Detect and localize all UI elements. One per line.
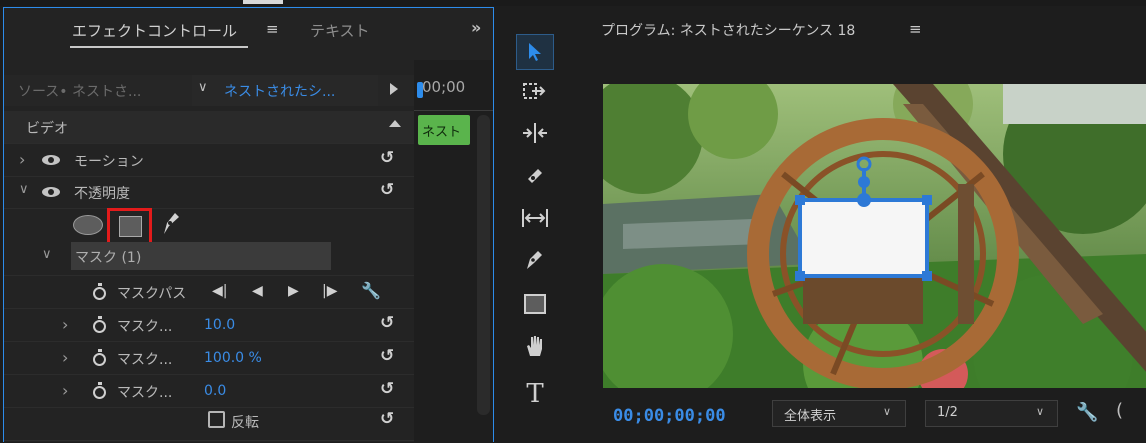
stopwatch-icon[interactable]	[93, 283, 106, 300]
wrench-icon[interactable]: 🔧	[361, 281, 381, 300]
chevron-right-icon[interactable]: ›	[19, 150, 25, 169]
mask-tools-row	[4, 208, 414, 248]
mask-opacity-label: マスク...	[117, 352, 173, 368]
mask-header-label: マスク (1)	[75, 250, 142, 266]
razor-tool-icon[interactable]	[516, 162, 554, 198]
stopwatch-icon[interactable]	[93, 316, 106, 333]
motion-row: › モーション ↺	[4, 144, 414, 177]
mask-path-row: マスクパス ◀| ◀ ▶ |▶ 🔧	[4, 275, 414, 309]
program-monitor-panel: プログラム: ネストされたシーケンス 18 ≡ 00;00;00;00 全体表示…	[584, 6, 1146, 442]
invert-row: 反転 ↺	[4, 407, 414, 441]
stopwatch-icon[interactable]	[93, 382, 106, 399]
zoom-level-select[interactable]: 全体表示 ∨	[772, 400, 906, 427]
motion-label: モーション	[74, 154, 144, 170]
type-tool-icon[interactable]: T	[516, 376, 554, 412]
track-forward-one-icon[interactable]: ▶	[288, 283, 299, 299]
tab-effect-controls[interactable]: エフェクトコントロール	[72, 20, 237, 41]
chevron-right-icon[interactable]: ›	[62, 348, 68, 367]
track-backward-icon[interactable]: ◀|	[212, 283, 227, 299]
clip-label: ネスト	[422, 125, 462, 140]
effect-timeline: 00;00 ネスト	[414, 60, 493, 443]
mask-feather-value[interactable]: 10.0	[204, 317, 235, 333]
video-frame-image	[603, 84, 1146, 388]
video-section-label: ビデオ	[26, 121, 68, 137]
chevron-down-icon: ∨	[883, 405, 892, 418]
mask-feather-row: › マスク... 10.0 ↺	[4, 308, 414, 342]
sequence-name: ネストされたシ...	[224, 84, 336, 100]
eye-icon[interactable]	[42, 187, 60, 197]
mask-opacity-value[interactable]: 100.0 %	[204, 350, 262, 366]
opacity-row: ∨ 不透明度 ↺	[4, 176, 414, 209]
video-section-header[interactable]: ビデオ	[4, 111, 414, 144]
ripple-edit-icon[interactable]	[516, 119, 554, 155]
mask-path-label: マスクパス	[117, 286, 187, 302]
reset-icon[interactable]: ↺	[380, 409, 394, 429]
hand-tool-icon[interactable]	[516, 333, 554, 369]
chevron-right-icon[interactable]: ›	[62, 315, 68, 334]
settings-wrench-icon[interactable]: 🔧	[1076, 402, 1098, 423]
mask-opacity-row: › マスク... 100.0 % ↺	[4, 341, 414, 375]
partial-icon: (	[1116, 400, 1124, 421]
tab-text[interactable]: テキスト	[310, 20, 370, 41]
invert-label: 反転	[231, 415, 259, 431]
reset-icon[interactable]: ↺	[380, 180, 394, 200]
source-row: ソース• ネストさ... ∨ ネストされたシ...	[4, 75, 416, 106]
stopwatch-icon[interactable]	[93, 349, 106, 366]
vertical-scrollbar[interactable]	[477, 115, 490, 415]
mask-header[interactable]: マスク (1)	[71, 242, 331, 270]
time-ruler[interactable]	[414, 104, 493, 111]
chevron-down-icon: ∨	[1036, 405, 1045, 418]
invert-checkbox[interactable]	[208, 411, 225, 428]
ellipse-mask-icon[interactable]	[73, 215, 103, 235]
chevron-down-icon[interactable]: ∨	[42, 247, 52, 262]
mask-expansion-row: › マスク... 0.0 ↺	[4, 374, 414, 408]
panel-menu-icon[interactable]: ≡	[909, 20, 922, 38]
playback-resolution-select[interactable]: 1/2 ∨	[925, 400, 1058, 427]
sequence-clip-selector[interactable]: ∨ ネストされたシ...	[192, 75, 378, 106]
chevron-right-icon[interactable]: ›	[62, 381, 68, 400]
video-preview[interactable]	[603, 84, 1146, 388]
active-tab-underline	[70, 46, 248, 48]
rectangle-tool-icon[interactable]	[516, 290, 554, 326]
tools-panel: T	[494, 6, 584, 442]
panel-tab-bar: エフェクトコントロール ≡ テキスト »	[4, 8, 493, 60]
playback-resolution-value: 1/2	[937, 405, 958, 420]
chevron-down-icon: ∨	[198, 80, 208, 95]
chevron-down-icon[interactable]: ∨	[19, 182, 29, 197]
reset-icon[interactable]: ↺	[380, 313, 394, 333]
mask-feather-label: マスク...	[117, 319, 173, 335]
reset-icon[interactable]: ↺	[380, 148, 394, 168]
top-marker	[243, 0, 283, 4]
track-forward-icon[interactable]: |▶	[322, 283, 337, 299]
eye-icon[interactable]	[42, 155, 60, 165]
more-panels-icon[interactable]: »	[471, 18, 481, 37]
timeline-timecode: 00;00	[422, 78, 466, 96]
clip-block[interactable]: ネスト	[418, 115, 470, 145]
mask-expansion-value[interactable]: 0.0	[204, 383, 226, 399]
program-monitor-title[interactable]: プログラム: ネストされたシーケンス 18	[601, 20, 855, 40]
mask-header-row: ∨ マスク (1)	[4, 241, 414, 276]
panel-menu-icon[interactable]: ≡	[266, 20, 279, 38]
selection-tool-icon[interactable]	[516, 34, 554, 70]
pen-tool-icon[interactable]	[516, 247, 554, 283]
track-backward-one-icon[interactable]: ◀	[252, 283, 263, 299]
opacity-label: 不透明度	[74, 186, 130, 202]
track-select-forward-icon[interactable]	[516, 76, 554, 112]
slip-tool-icon[interactable]	[516, 204, 554, 240]
reset-icon[interactable]: ↺	[380, 379, 394, 399]
reset-icon[interactable]: ↺	[380, 346, 394, 366]
mask-expansion-label: マスク...	[117, 385, 173, 401]
collapse-up-icon[interactable]	[389, 120, 401, 127]
pen-mask-icon[interactable]	[160, 210, 182, 241]
toggle-timeline-icon[interactable]	[390, 83, 398, 95]
effect-controls-panel: エフェクトコントロール ≡ テキスト » ソース• ネストさ... ∨ ネストさ…	[3, 7, 494, 443]
playhead-timecode[interactable]: 00;00;00;00	[613, 406, 726, 426]
zoom-level-value: 全体表示	[784, 409, 837, 424]
source-clip-selector[interactable]: ソース• ネストさ...	[18, 81, 141, 101]
